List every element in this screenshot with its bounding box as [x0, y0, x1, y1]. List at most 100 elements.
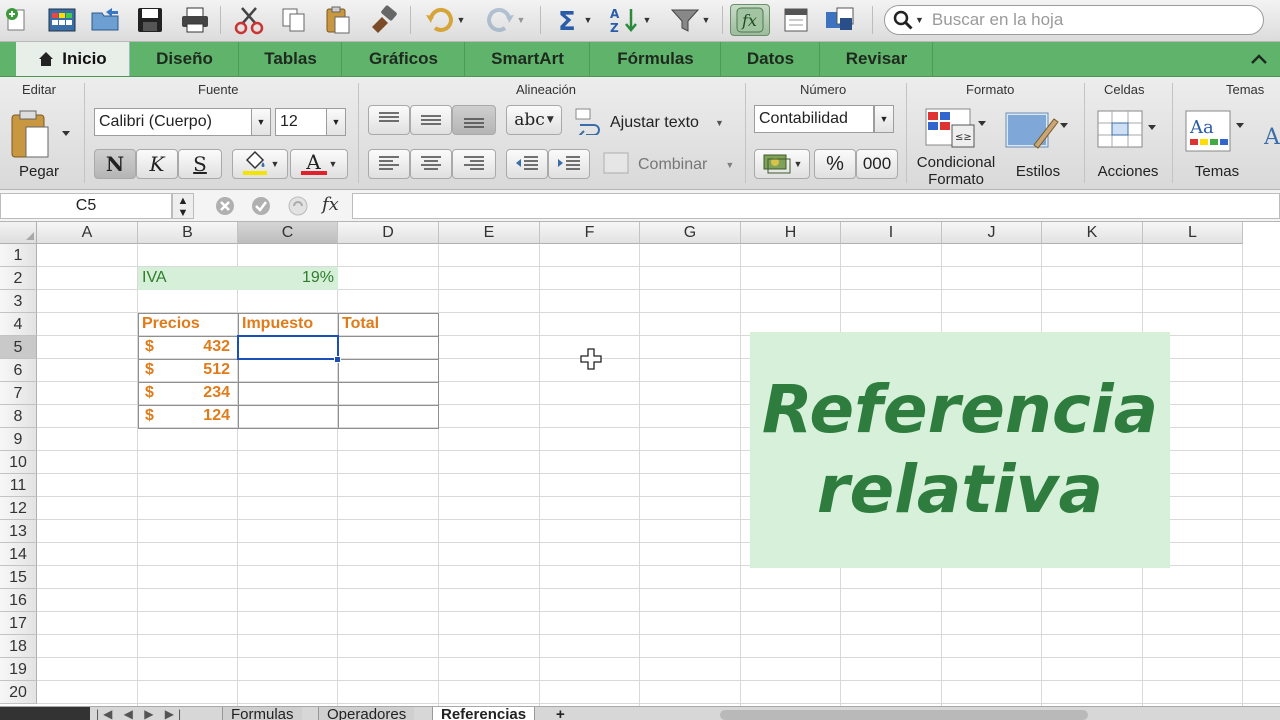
- column-header-k[interactable]: K: [1042, 222, 1143, 244]
- price-value[interactable]: 432: [160, 336, 230, 359]
- bold-button[interactable]: N: [94, 149, 136, 179]
- row-header-19[interactable]: 19: [0, 658, 37, 681]
- tab-revisar[interactable]: Revisar: [821, 42, 933, 76]
- sheet-tab-operadores[interactable]: Operadores: [318, 707, 415, 720]
- function-icon[interactable]: fx: [730, 4, 770, 36]
- fill-handle[interactable]: [334, 356, 341, 363]
- new-icon[interactable]: [2, 4, 32, 36]
- column-header-f[interactable]: F: [540, 222, 640, 244]
- format-painter-icon[interactable]: [366, 4, 402, 36]
- header-precios[interactable]: Precios: [142, 313, 200, 336]
- worksheet-grid[interactable]: ABCDEFGHIJKL 1 2 3 4 5 6 7 8 9 10 11 12 13 14 15 16 17 18…: [0, 222, 1280, 706]
- add-sheet-button[interactable]: +: [548, 707, 573, 720]
- horizontal-scrollbar[interactable]: [720, 710, 1088, 720]
- font-color-button[interactable]: A ▼: [290, 149, 348, 179]
- media-icon[interactable]: [822, 4, 858, 36]
- open-icon[interactable]: [88, 4, 124, 36]
- collapse-ribbon-icon[interactable]: [1248, 48, 1270, 73]
- italic-button[interactable]: K: [136, 149, 178, 179]
- row-header-2[interactable]: 2: [0, 267, 37, 290]
- search-field[interactable]: ▼ Buscar en la hoja: [884, 5, 1264, 35]
- align-right-button[interactable]: [452, 149, 496, 179]
- column-header-h[interactable]: H: [741, 222, 841, 244]
- price-value[interactable]: 512: [160, 359, 230, 382]
- align-center-button[interactable]: [410, 149, 452, 179]
- name-box-stepper[interactable]: ▲ ▼: [172, 193, 194, 219]
- autosum-icon[interactable]: Σ ▼: [550, 4, 598, 36]
- price-value[interactable]: 234: [160, 382, 230, 405]
- copy-icon[interactable]: [278, 4, 310, 36]
- themes-button[interactable]: Aa: [1184, 109, 1248, 158]
- row-header-6[interactable]: 6: [0, 359, 37, 382]
- align-top-button[interactable]: [368, 105, 410, 135]
- merge-button[interactable]: Combinar ▼: [602, 151, 734, 178]
- filter-icon[interactable]: ▼: [664, 4, 716, 36]
- column-header-e[interactable]: E: [439, 222, 540, 244]
- font-size-dropdown[interactable]: ▼: [326, 108, 346, 136]
- edit-formula-icon[interactable]: [286, 195, 310, 220]
- formula-input[interactable]: [352, 193, 1280, 219]
- wrap-text-button[interactable]: Ajustar texto ▼: [574, 107, 724, 140]
- redo-icon[interactable]: ▼: [480, 4, 530, 36]
- row-header-12[interactable]: 12: [0, 497, 37, 520]
- row-header-18[interactable]: 18: [0, 635, 37, 658]
- row-header-13[interactable]: 13: [0, 520, 37, 543]
- sheet-nav-icons[interactable]: |◀ ◀ ▶ ▶|: [96, 707, 185, 720]
- themes-font-icon[interactable]: A: [1264, 125, 1280, 155]
- cancel-icon[interactable]: [214, 195, 236, 220]
- thousands-button[interactable]: 000: [856, 149, 898, 179]
- column-header-i[interactable]: I: [841, 222, 942, 244]
- increase-indent-button[interactable]: [548, 149, 590, 179]
- row-header-9[interactable]: 9: [0, 428, 37, 451]
- undo-icon[interactable]: ▼: [420, 4, 470, 36]
- orientation-button[interactable]: abc ▼: [506, 105, 562, 135]
- font-name-field[interactable]: Calibri (Cuerpo): [94, 108, 252, 136]
- tab-datos[interactable]: Datos: [722, 42, 820, 76]
- tab-tablas[interactable]: Tablas: [240, 42, 342, 76]
- number-format-dropdown[interactable]: ▼: [874, 105, 894, 133]
- fx-label[interactable]: fx: [322, 193, 350, 219]
- iva-value[interactable]: 19%: [240, 267, 334, 290]
- column-header-j[interactable]: J: [942, 222, 1042, 244]
- price-value[interactable]: 124: [160, 405, 230, 428]
- cell-actions-button[interactable]: [1094, 107, 1158, 156]
- percent-button[interactable]: %: [814, 149, 856, 179]
- currency-format-button[interactable]: ▼: [754, 149, 810, 179]
- row-header-3[interactable]: 3: [0, 290, 37, 313]
- sheet-tab-formulas[interactable]: Formulas: [222, 707, 302, 720]
- tab-diseno[interactable]: Diseño: [131, 42, 239, 76]
- iva-label[interactable]: IVA: [142, 267, 167, 290]
- gallery-icon[interactable]: [44, 4, 80, 36]
- row-header-11[interactable]: 11: [0, 474, 37, 497]
- header-impuesto[interactable]: Impuesto: [242, 313, 313, 336]
- save-icon[interactable]: [134, 4, 166, 36]
- row-header-8[interactable]: 8: [0, 405, 37, 428]
- sort-icon[interactable]: A Z ▼: [604, 4, 656, 36]
- cell-selection[interactable]: [237, 335, 339, 360]
- column-header-b[interactable]: B: [138, 222, 238, 244]
- cut-icon[interactable]: [232, 4, 266, 36]
- tab-inicio[interactable]: Inicio: [16, 42, 130, 76]
- sheet-tab-referencias[interactable]: Referencias: [432, 707, 536, 720]
- row-header-17[interactable]: 17: [0, 612, 37, 635]
- row-header-7[interactable]: 7: [0, 382, 37, 405]
- row-header-10[interactable]: 10: [0, 451, 37, 474]
- column-header-g[interactable]: G: [640, 222, 741, 244]
- align-left-button[interactable]: [368, 149, 410, 179]
- tab-graficos[interactable]: Gráficos: [343, 42, 465, 76]
- tab-smartart[interactable]: SmartArt: [466, 42, 590, 76]
- print-icon[interactable]: [178, 4, 212, 36]
- view-buttons[interactable]: [0, 707, 90, 720]
- select-all-corner[interactable]: [0, 222, 37, 244]
- fill-color-button[interactable]: ▼: [232, 149, 288, 179]
- column-header-c[interactable]: C: [238, 222, 338, 244]
- row-header-5[interactable]: 5: [0, 336, 37, 359]
- row-header-20[interactable]: 20: [0, 681, 37, 704]
- conditional-format-button[interactable]: ≤≥: [922, 107, 986, 156]
- search-icon[interactable]: ▼: [893, 10, 924, 30]
- toolbox-icon[interactable]: [780, 4, 812, 36]
- underline-button[interactable]: S: [178, 149, 222, 179]
- number-format-field[interactable]: Contabilidad: [754, 105, 874, 133]
- font-name-dropdown[interactable]: ▼: [251, 108, 271, 136]
- header-total[interactable]: Total: [342, 313, 379, 336]
